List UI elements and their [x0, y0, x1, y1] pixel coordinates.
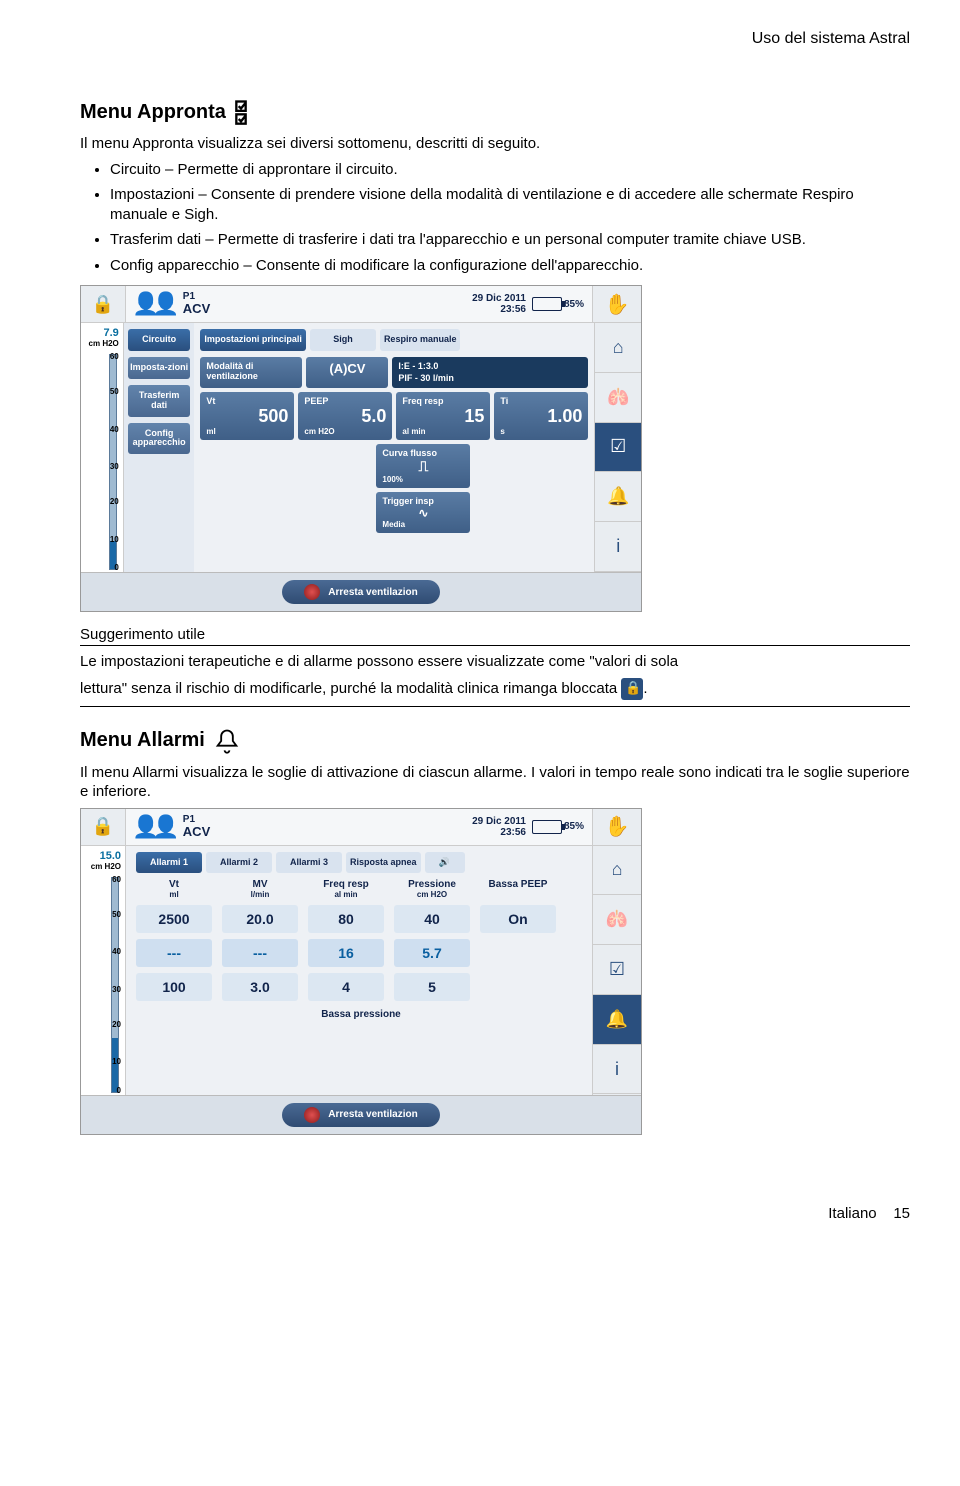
section-intro: Il menu Appronta visualizza sei diversi … — [80, 134, 910, 154]
bullet-item: Circuito – Permette di approntare il cir… — [110, 160, 910, 180]
section-body: Il menu Allarmi visualizza le soglie di … — [80, 763, 910, 802]
bell-heading-icon — [213, 727, 241, 759]
section-allarmi: Menu Allarmi Il menu Allarmi visualizza … — [80, 727, 910, 802]
right-nav: ⌂ 🫁 ☑ 🔔 i — [592, 846, 641, 1095]
lock-inline-icon — [621, 678, 643, 700]
col-header: Vtml — [136, 879, 212, 899]
battery-indicator: 85% — [532, 297, 592, 311]
alarm-grid: Vtml MVl/min Freq respal min Pressionecm… — [136, 879, 586, 1001]
tab-respiro-manuale[interactable]: Respiro manuale — [380, 329, 461, 351]
param-ti[interactable]: Ti1.00s — [494, 392, 588, 440]
nav-circuito[interactable]: Circuito — [128, 329, 191, 351]
page-header: Uso del sistema Astral — [80, 30, 910, 48]
lungs-icon[interactable]: 🫁 — [593, 895, 641, 945]
nav-impostazioni[interactable]: Imposta-zioni — [128, 357, 191, 379]
checklist-nav-icon[interactable]: ☑ — [595, 423, 641, 473]
battery-indicator: 85% — [532, 820, 592, 834]
home-icon[interactable]: ⌂ — [593, 846, 641, 896]
tip-line2: lettura" senza il rischio di modificarle… — [80, 678, 910, 700]
stop-ventilation-button[interactable]: Arresta ventilazion — [282, 580, 439, 604]
lock-icon[interactable]: 🔒 — [81, 809, 126, 845]
tip-title: Suggerimento utile — [80, 626, 910, 643]
tip-line1: Le impostazioni terapeutiche e di allarm… — [80, 652, 910, 672]
col-header: Bassa PEEP — [480, 879, 556, 899]
param-freq[interactable]: Freq resp15al min — [396, 392, 490, 440]
bassa-label: Bassa pressione — [136, 1009, 586, 1020]
datetime: 29 Dic 201123:56 — [466, 816, 532, 838]
datetime: 29 Dic 201123:56 — [466, 293, 532, 315]
alarm-realtime: --- — [136, 939, 212, 967]
right-nav: ⌂ 🫁 ☑ 🔔 i — [594, 323, 641, 572]
col-header: MVl/min — [222, 879, 298, 899]
patient-icon: 👤👤 — [132, 291, 173, 317]
mode-label-cell: Modalità di ventilazione — [200, 357, 302, 388]
pressure-gauge: 15.0 cm H2O 60 50 40 30 20 10 0 — [81, 846, 126, 1095]
alarm-realtime: 16 — [308, 939, 384, 967]
left-nav: Circuito Imposta-zioni Trasferim dati Co… — [124, 323, 195, 572]
param-peep[interactable]: PEEP5.0cm H2O — [298, 392, 392, 440]
alarm-cell[interactable]: 40 — [394, 905, 470, 933]
alarm-cell[interactable]: 4 — [308, 973, 384, 1001]
alarm-realtime: 5.7 — [394, 939, 470, 967]
mode-value-cell[interactable]: (A)CV — [306, 357, 388, 388]
alarm-realtime: --- — [222, 939, 298, 967]
nav-trasferim[interactable]: Trasferim dati — [128, 385, 191, 417]
patient-mode: 👤👤 P1ACV — [126, 814, 466, 840]
section-title: Menu Appronta — [80, 101, 226, 124]
tab-allarmi-1[interactable]: Allarmi 1 — [136, 852, 202, 874]
param-vt[interactable]: Vt500ml — [200, 392, 294, 440]
bullet-list: Circuito – Permette di approntare il cir… — [80, 160, 910, 276]
lock-icon[interactable]: 🔒 — [81, 286, 126, 322]
main-panel: Allarmi 1 Allarmi 2 Allarmi 3 Risposta a… — [126, 846, 592, 1095]
bullet-item: Config apparecchio – Consente di modific… — [110, 256, 910, 276]
pressure-gauge: 7.9 cm H2O 60 50 40 30 20 10 0 — [81, 323, 124, 572]
tab-sigh[interactable]: Sigh — [310, 329, 376, 351]
col-header: Freq respal min — [308, 879, 384, 899]
info-icon[interactable]: i — [593, 1045, 641, 1095]
tab-impostazioni-principali[interactable]: Impostazioni principali — [200, 329, 306, 351]
nav-config[interactable]: Config apparecchio — [128, 423, 191, 455]
sound-icon[interactable]: 🔊 — [425, 852, 465, 874]
alarm-cell[interactable]: 3.0 — [222, 973, 298, 1001]
patient-icon: 👤👤 — [132, 814, 173, 840]
alarm-cell[interactable]: 2500 — [136, 905, 212, 933]
section-appronta: Menu Appronta Il menu Appronta visualizz… — [80, 98, 910, 275]
info-icon[interactable]: i — [595, 522, 641, 572]
checklist-icon — [234, 98, 262, 130]
bell-icon[interactable]: 🔔 — [593, 995, 641, 1045]
alarm-cell[interactable]: 100 — [136, 973, 212, 1001]
checklist-nav-icon[interactable]: ☑ — [593, 945, 641, 995]
screenshot-settings: 🔒 👤👤 P1ACV 29 Dic 201123:56 85% ✋ 7.9 cm… — [80, 285, 642, 612]
tab-allarmi-2[interactable]: Allarmi 2 — [206, 852, 272, 874]
alarm-cell[interactable]: 20.0 — [222, 905, 298, 933]
record-dot-icon — [304, 1107, 320, 1123]
alarm-cell[interactable]: 5 — [394, 973, 470, 1001]
tab-risposta-apnea[interactable]: Risposta apnea — [346, 852, 421, 874]
alarm-cell[interactable]: On — [480, 905, 556, 933]
bell-icon[interactable]: 🔔 — [595, 472, 641, 522]
bullet-item: Trasferim dati – Permette di trasferire … — [110, 230, 910, 250]
page-footer: Italiano 15 — [80, 1205, 910, 1222]
hand-icon[interactable]: ✋ — [592, 809, 641, 845]
patient-mode: 👤👤 P1ACV — [126, 291, 466, 317]
tab-allarmi-3[interactable]: Allarmi 3 — [276, 852, 342, 874]
record-dot-icon — [304, 584, 320, 600]
hand-icon[interactable]: ✋ — [592, 286, 641, 322]
alarm-cell[interactable]: 80 — [308, 905, 384, 933]
param-curva[interactable]: Curva flusso⎍100% — [376, 444, 470, 488]
lungs-icon[interactable]: 🫁 — [595, 373, 641, 423]
info-strip: I:E - 1:3.0PIF - 30 l/min — [392, 357, 588, 388]
divider — [80, 706, 910, 707]
main-panel: Impostazioni principali Sigh Respiro man… — [194, 323, 594, 572]
screenshot-alarms: 🔒 👤👤 P1ACV 29 Dic 201123:56 85% ✋ 15.0 c… — [80, 808, 642, 1135]
col-header: Pressionecm H2O — [394, 879, 470, 899]
section-title: Menu Allarmi — [80, 729, 205, 752]
divider — [80, 645, 910, 646]
bullet-item: Impostazioni – Consente di prendere visi… — [110, 185, 910, 224]
home-icon[interactable]: ⌂ — [595, 323, 641, 373]
param-trigger[interactable]: Trigger insp∿Media — [376, 492, 470, 533]
stop-ventilation-button[interactable]: Arresta ventilazion — [282, 1103, 439, 1127]
